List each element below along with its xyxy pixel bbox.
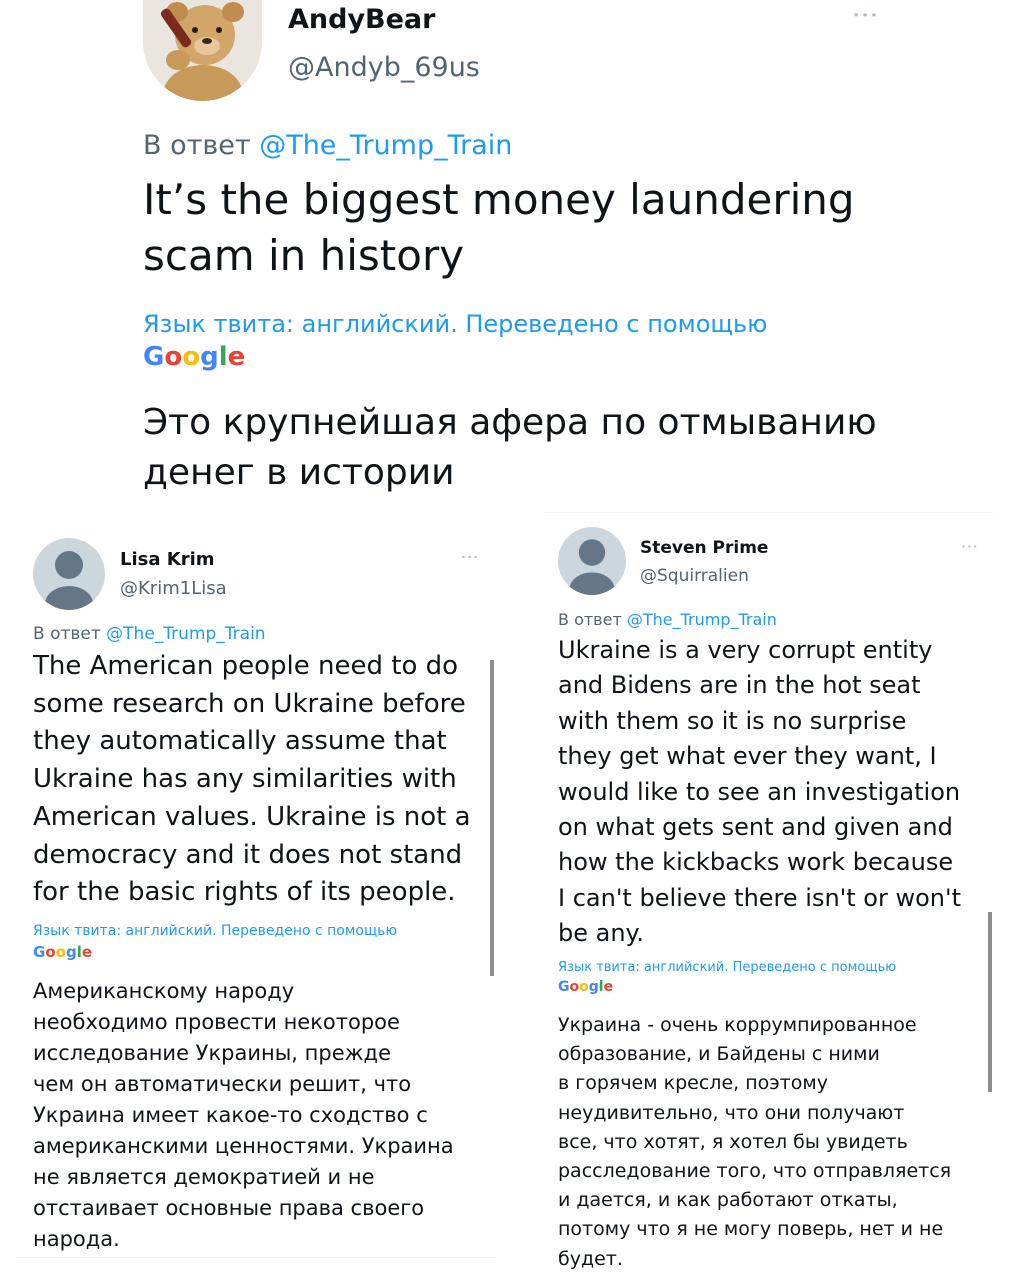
tweet-text: The American people need to do some rese… <box>33 648 471 912</box>
tweet-text-line: Ukraine is a very corrupt entity <box>558 636 933 664</box>
reply-context: В ответ @The_Trump_Train <box>558 610 777 629</box>
translated-line: будет. <box>558 1247 623 1270</box>
reply-context: В ответ @The_Trump_Train <box>33 624 266 644</box>
reply-to-link[interactable]: @The_Trump_Train <box>106 624 265 644</box>
google-logo: Google <box>33 943 93 961</box>
translated-line: расследование того, что отправляется <box>558 1160 952 1183</box>
translated-line: Украина - очень коррумпированное <box>558 1014 917 1036</box>
default-avatar-icon[interactable] <box>558 527 626 595</box>
reply-prefix: В ответ <box>33 624 101 644</box>
tweet-text-line: Ukraine has any similarities with <box>33 764 457 795</box>
tweet-text-line: they automatically assume that <box>33 726 447 757</box>
tweet-text-line: on what gets sent and given and <box>558 813 953 842</box>
translation-note[interactable]: Язык твита: английский. Переведено с пом… <box>558 960 896 975</box>
scrollbar[interactable] <box>988 912 992 1092</box>
tweet-text-line: they get what ever they want, I <box>558 742 937 771</box>
translated-text: Американскому народу необходимо провести… <box>33 976 454 1255</box>
tweet-text-line: The American people need to do <box>33 651 459 681</box>
translated-line: отстаивает основные права своего <box>33 1196 425 1220</box>
reply-to-link[interactable]: @The_Trump_Train <box>627 610 777 629</box>
translated-line: неудивительно, что они получают <box>558 1101 905 1124</box>
divider <box>545 512 993 513</box>
reply-to-link[interactable]: @The_Trump_Train <box>259 130 512 161</box>
tweet-text-line: for the basic rights of its people. <box>33 877 456 908</box>
divider <box>18 1257 496 1258</box>
person-icon <box>569 539 615 595</box>
translated-line: образование, и Байдены с ними <box>558 1043 880 1066</box>
teddy-bear-avatar[interactable] <box>143 0 262 101</box>
teddy-bear-icon <box>143 0 262 101</box>
translated-line: исследование Украины, прежде <box>33 1041 391 1065</box>
more-options-icon[interactable]: ⋮ <box>959 538 979 555</box>
reply-prefix: В ответ <box>143 130 251 161</box>
tweet-text-line: American values. Ukraine is not a <box>33 801 471 832</box>
tweet-text-line: some research on Ukraine before <box>33 688 466 719</box>
translated-line: денег в истории <box>143 452 455 493</box>
translated-line: и дается, и как работают откаты, <box>558 1189 898 1212</box>
author-name[interactable]: Lisa Krim <box>120 549 215 570</box>
tweet-text-line: how the kickbacks work because <box>558 848 954 877</box>
default-avatar-icon[interactable] <box>33 538 105 610</box>
translated-line: потому что я не могу поверь, нет и не <box>558 1218 944 1241</box>
translation-note[interactable]: Язык твита: английский. Переведено с пом… <box>33 923 397 939</box>
author-handle[interactable]: @Squirralien <box>640 566 749 586</box>
tweet-text: It’s the biggest money laundering scam i… <box>143 172 855 284</box>
tweet-text-line: with them so it is no surprise <box>558 706 907 735</box>
translated-line: необходимо провести некоторое <box>33 1010 400 1034</box>
translated-line: чем он автоматически решит, что <box>33 1072 412 1096</box>
tweet-text-line: democracy and it does not stand <box>33 839 463 870</box>
tweet-text-line: would like to see an investigation <box>558 777 961 806</box>
translated-line: все, что хотят, я хотел бы увидеть <box>558 1130 908 1153</box>
reply-prefix: В ответ <box>558 610 622 629</box>
reply-context: В ответ @The_Trump_Train <box>143 130 512 161</box>
scrollbar[interactable] <box>490 660 494 976</box>
author-name[interactable]: AndyBear <box>288 4 435 35</box>
google-logo: Google <box>143 342 246 372</box>
translated-line: не является демократией и не <box>33 1165 375 1189</box>
google-logo: Google <box>558 979 614 995</box>
person-icon <box>45 551 93 610</box>
more-options-icon[interactable]: ⋮ <box>850 2 880 28</box>
author-name[interactable]: Steven Prime <box>640 538 768 558</box>
translated-line: Американскому народу <box>33 979 295 1003</box>
author-handle[interactable]: @Andyb_69us <box>288 52 480 83</box>
translated-line: американскими ценностями. Украина <box>33 1134 454 1158</box>
translated-line: в горячем кресле, поэтому <box>558 1072 828 1095</box>
tweet-text-line: It’s the biggest money laundering <box>143 175 855 224</box>
more-options-icon[interactable]: ⋮ <box>459 548 480 566</box>
tweet-text-line: scam in history <box>143 231 465 280</box>
translated-text: Украина - очень коррумпированное образов… <box>558 1011 951 1274</box>
tweet-text-line: I can't believe there isn't or won't <box>558 883 962 912</box>
translated-line: Украина имеет какое-то сходство с <box>33 1103 428 1127</box>
translated-line: Это крупнейшая афера по отмыванию <box>143 402 877 443</box>
tweet-text-line: and Bidens are in the hot seat <box>558 671 921 700</box>
tweet-text-line: be any. <box>558 919 644 948</box>
translated-text: Это крупнейшая афера по отмыванию денег … <box>143 398 877 498</box>
translated-line: народа. <box>33 1227 120 1251</box>
translation-note[interactable]: Язык твита: английский. Переведено с пом… <box>143 310 767 338</box>
author-handle[interactable]: @Krim1Lisa <box>120 578 227 599</box>
tweet-text: Ukraine is a very corrupt entity and Bid… <box>558 633 961 952</box>
